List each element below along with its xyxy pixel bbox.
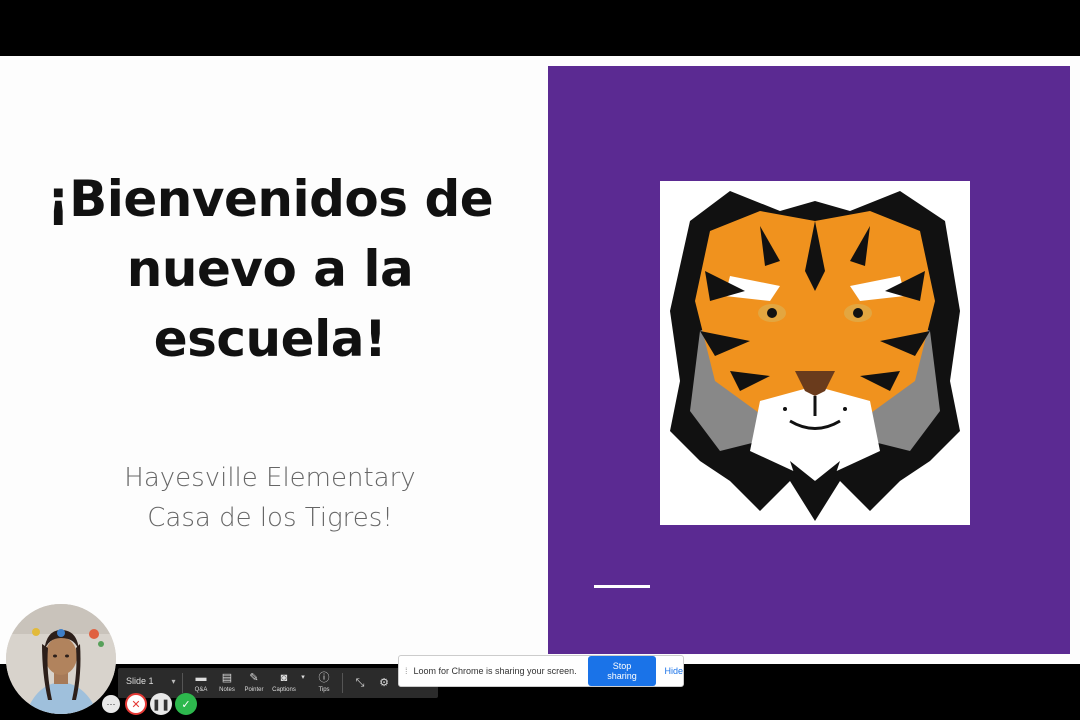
tips-button[interactable]: ⓘ Tips xyxy=(311,670,337,696)
captions-icon: ◙ xyxy=(280,672,288,684)
finish-recording-button[interactable]: ✓ xyxy=(175,693,197,715)
captions-options-button[interactable]: ▾ xyxy=(298,670,308,696)
stop-sharing-button[interactable]: Stop sharing xyxy=(587,656,657,686)
info-icon: ⓘ xyxy=(318,672,330,684)
tiger-face-illustration xyxy=(670,191,960,521)
check-icon: ✓ xyxy=(181,698,191,711)
presenter-avatar xyxy=(6,604,116,714)
tiger-image xyxy=(660,181,970,525)
title-line-2: nuevo a la xyxy=(126,240,414,298)
tips-label: Tips xyxy=(318,687,330,693)
qa-button[interactable]: ▬ Q&A xyxy=(188,670,214,696)
pause-recording-button[interactable]: ❚❚ xyxy=(150,693,172,715)
qa-icon: ▬ xyxy=(195,672,207,684)
pause-icon: ❚❚ xyxy=(151,698,171,711)
notes-label: Notes xyxy=(219,687,235,693)
subtitle-line-2: Casa de los Tigres! xyxy=(147,503,393,533)
slide-accent-line xyxy=(594,585,650,588)
slide-title: ¡Bienvenidos de nuevo a la escuela! xyxy=(20,164,520,374)
toolbar-divider xyxy=(182,673,183,693)
chevron-down-icon: ▾ xyxy=(171,676,176,686)
more-horizontal-icon: ⋯ xyxy=(106,698,116,709)
hide-banner-link[interactable]: Hide xyxy=(664,666,683,676)
notes-button[interactable]: ▤ Notes xyxy=(214,670,240,696)
pointer-button[interactable]: ✎ Pointer xyxy=(241,670,267,696)
exit-fullscreen-button[interactable]: ⤡ xyxy=(347,670,373,696)
slide-selector[interactable]: Slide 1 ▾ xyxy=(126,676,176,686)
qa-label: Q&A xyxy=(194,687,208,693)
cancel-recording-button[interactable]: ✕ xyxy=(125,693,147,715)
captions-button[interactable]: ◙ Captions xyxy=(271,670,297,696)
slide-subtitle: Hayesville Elementary Casa de los Tigres… xyxy=(20,458,520,538)
slide-text-panel: ¡Bienvenidos de nuevo a la escuela! Haye… xyxy=(0,56,548,664)
pointer-icon: ✎ xyxy=(249,672,259,684)
captions-label: Captions xyxy=(272,687,296,693)
presentation-slide: ¡Bienvenidos de nuevo a la escuela! Haye… xyxy=(0,56,1080,664)
chevron-down-icon: ▾ xyxy=(301,674,305,681)
pointer-label: Pointer xyxy=(244,687,264,693)
toolbar-divider xyxy=(342,673,343,693)
drag-handle-icon[interactable]: ⁞ xyxy=(405,666,408,676)
slide-selector-label: Slide 1 xyxy=(126,676,154,686)
more-options-button[interactable]: ⋯ xyxy=(102,695,120,713)
subtitle-line-1: Hayesville Elementary xyxy=(124,463,416,493)
exit-fullscreen-icon: ⤡ xyxy=(355,677,365,689)
presenter-webcam-bubble[interactable] xyxy=(6,604,116,714)
notes-icon: ▤ xyxy=(221,672,233,684)
title-line-3: escuela! xyxy=(153,310,387,368)
screen-share-banner: ⁞ Loom for Chrome is sharing your screen… xyxy=(398,655,684,687)
close-icon: ✕ xyxy=(131,698,141,711)
purple-image-panel xyxy=(548,66,1070,654)
title-line-1: ¡Bienvenidos de xyxy=(46,170,494,228)
share-banner-message: Loom for Chrome is sharing your screen. xyxy=(413,666,577,676)
